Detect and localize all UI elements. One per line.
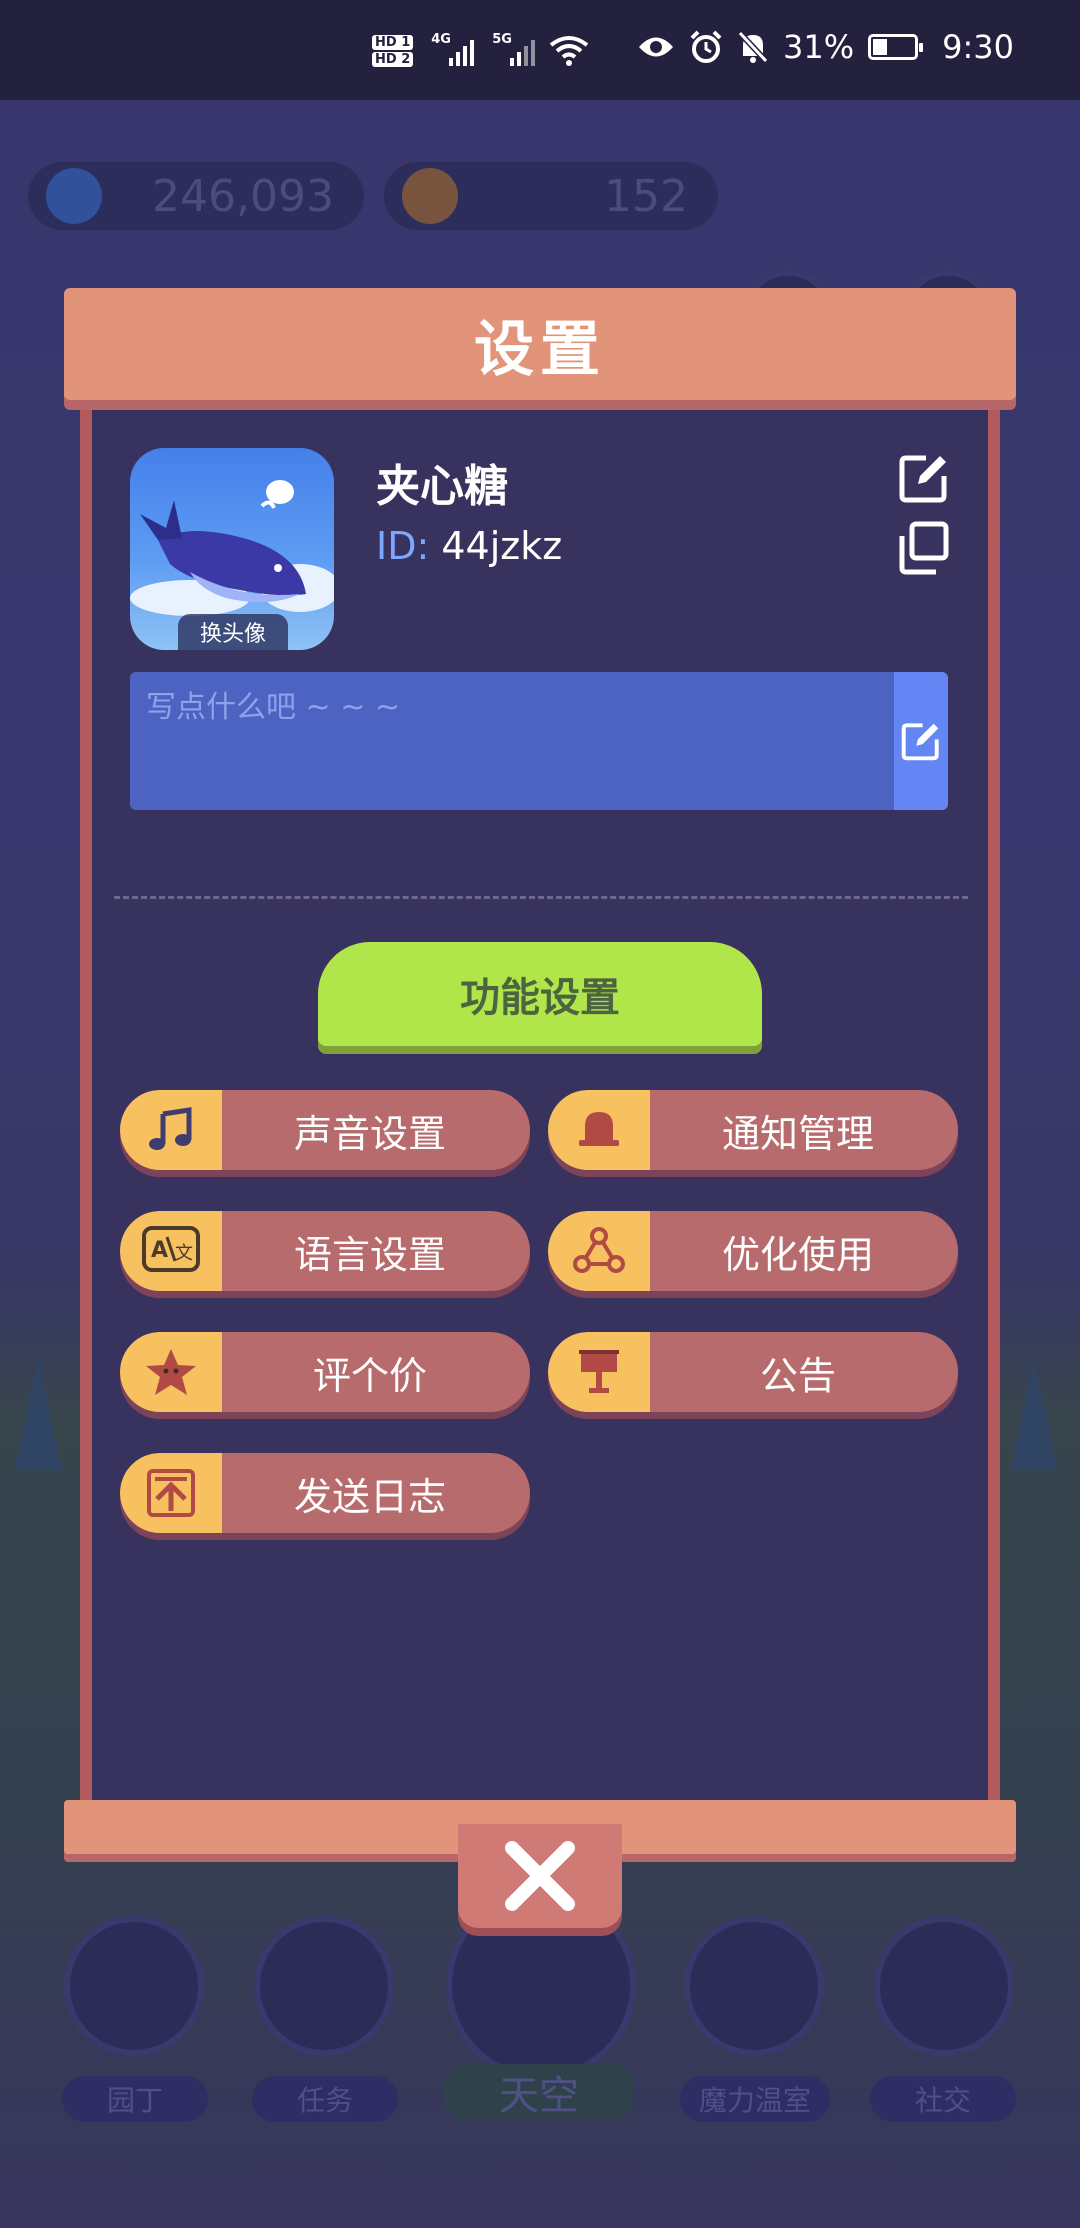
- music-note-icon: [120, 1090, 222, 1170]
- net2-label: 5G: [492, 32, 512, 47]
- option-label: 优化使用: [721, 1232, 874, 1277]
- announcement-button[interactable]: 公告: [548, 1332, 958, 1412]
- upload-log-icon: [120, 1453, 222, 1533]
- edit-icon: [901, 723, 939, 761]
- signboard-icon: [548, 1332, 650, 1412]
- share-nodes-icon: [548, 1211, 650, 1291]
- status-bar: HD 1 HD 2 4G 5G 31% 9:30: [0, 0, 1080, 100]
- settings-header: 设置: [64, 288, 1016, 400]
- signal-4g-icon: 4G: [431, 32, 475, 66]
- battery-charging-icon: [868, 34, 924, 60]
- signal-5g-icon: 5G: [492, 32, 536, 66]
- mute-bell-icon: [737, 30, 769, 64]
- hd1-badge: HD 1: [372, 35, 414, 50]
- network-indicators: HD 1 HD 2 4G 5G: [372, 32, 589, 68]
- bio-placeholder: 写点什么吧 ~ ~ ~: [146, 690, 401, 725]
- eye-icon: [639, 37, 674, 57]
- sound-settings-button[interactable]: 声音设置: [120, 1090, 530, 1170]
- copy-id-icon[interactable]: [896, 520, 952, 576]
- alarm-icon: [690, 30, 722, 63]
- function-settings-button[interactable]: 功能设置: [318, 942, 762, 1046]
- option-label: 语言设置: [293, 1232, 446, 1277]
- svg-text:文: 文: [175, 1243, 193, 1264]
- star-icon: [120, 1332, 222, 1412]
- edit-name-icon[interactable]: [896, 450, 952, 506]
- optimize-usage-button[interactable]: 优化使用: [548, 1211, 958, 1291]
- hd2-badge: HD 2: [372, 52, 414, 67]
- send-log-button[interactable]: 发送日志: [120, 1453, 530, 1533]
- username: 夹心糖: [376, 461, 508, 512]
- status-right: 31% 9:30: [637, 28, 1014, 66]
- svg-text:A: A: [151, 1238, 168, 1263]
- clock: 9:30: [942, 28, 1014, 66]
- edit-bio-button[interactable]: [894, 672, 948, 810]
- option-label: 评个价: [312, 1353, 427, 1398]
- user-id-label: ID:: [376, 524, 430, 568]
- user-id-value: 44jzkz: [441, 524, 563, 568]
- bell-icon: [548, 1090, 650, 1170]
- battery-percent: 31%: [783, 28, 855, 66]
- option-label: 通知管理: [721, 1111, 874, 1156]
- avatar[interactable]: 换头像: [130, 448, 334, 650]
- notification-management-button[interactable]: 通知管理: [548, 1090, 958, 1170]
- user-id: ID: 44jzkz: [376, 524, 562, 568]
- translate-icon: A文: [120, 1211, 222, 1291]
- dialog-title: 设置: [474, 314, 606, 385]
- close-button[interactable]: [458, 1824, 622, 1928]
- section-divider: [114, 896, 968, 899]
- change-avatar-button[interactable]: 换头像: [178, 614, 288, 650]
- rate-app-button[interactable]: 评个价: [120, 1332, 530, 1412]
- option-label: 公告: [759, 1353, 836, 1398]
- hd-badges: HD 1 HD 2: [372, 34, 414, 68]
- language-settings-button[interactable]: A文 语言设置: [120, 1211, 530, 1291]
- option-label: 发送日志: [293, 1474, 446, 1519]
- net1-label: 4G: [431, 32, 451, 47]
- option-label: 声音设置: [293, 1111, 446, 1156]
- bio-input[interactable]: 写点什么吧 ~ ~ ~: [130, 672, 948, 810]
- wifi-icon: [550, 36, 589, 66]
- close-icon: [505, 1841, 575, 1911]
